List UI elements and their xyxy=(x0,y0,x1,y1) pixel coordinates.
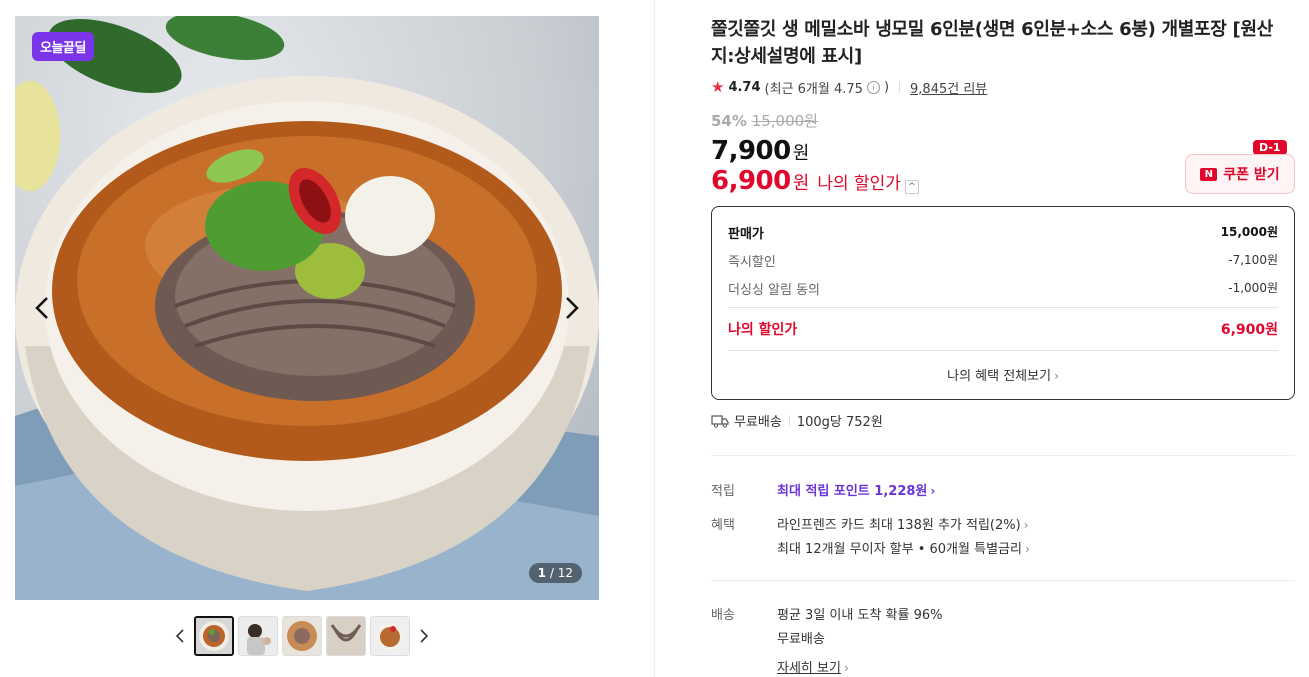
free-shipping-label: 무료배송 xyxy=(734,415,782,430)
coupon-deadline-badge: D-1 xyxy=(1253,140,1287,159)
shipping-summary: 무료배송 100g당 752원 xyxy=(711,411,883,430)
breakdown-row-list-price: 판매가 15,000원 xyxy=(728,225,1278,242)
breakdown-row-alert-consent: 더싱싱 알림 동의 -1,000원 xyxy=(728,281,1278,298)
product-title: 쫄깃쫄깃 생 메밀소바 냉모밀 6인분(생면 6인분+소스 6봉) 개별포장 [… xyxy=(711,19,1273,67)
divider xyxy=(728,307,1278,308)
breakdown-row-total: 나의 할인가 6,900원 xyxy=(728,322,1278,338)
naver-logo-icon: N xyxy=(1200,167,1218,181)
chevron-right-icon: › xyxy=(1054,369,1059,383)
chevron-right-icon: › xyxy=(930,484,936,498)
chevron-left-icon xyxy=(175,629,184,643)
gallery-next-button[interactable] xyxy=(557,294,585,322)
thumbnail[interactable] xyxy=(238,616,278,656)
thumbnail[interactable] xyxy=(370,616,410,656)
my-price-label: 나의 할인가 xyxy=(817,174,901,194)
breakdown-row-instant-discount: 즉시할인 -7,100원 xyxy=(728,253,1278,270)
column-divider xyxy=(654,0,655,677)
thumbnail-strip xyxy=(170,616,434,656)
gallery-prev-button[interactable] xyxy=(29,294,57,322)
chevron-left-icon xyxy=(35,297,48,319)
discount-row: 54% 15,000원 xyxy=(711,110,1295,130)
thumbnail[interactable] xyxy=(326,616,366,656)
thumbnail-prev-button[interactable] xyxy=(170,616,190,656)
delivery-arrival: 평균 3일 이내 도착 확률 96% xyxy=(777,608,943,623)
chevron-right-icon: › xyxy=(1024,542,1030,556)
chevron-right-icon: › xyxy=(1023,518,1029,532)
deal-badge: 오늘끝딜 xyxy=(32,32,94,61)
info-icon[interactable]: i xyxy=(866,80,880,94)
divider xyxy=(899,81,901,93)
rating-value: 4.74 xyxy=(728,79,761,95)
thumbnail[interactable] xyxy=(282,616,322,656)
divider xyxy=(788,415,790,426)
thumbnail-next-button[interactable] xyxy=(414,616,434,656)
product-photo xyxy=(15,16,599,600)
product-info: 쫄깃쫄깃 생 메밀소바 냉모밀 6인분(생면 6인분+소스 6봉) 개별포장 [… xyxy=(711,16,1295,196)
chevron-right-icon xyxy=(566,297,579,319)
points-link[interactable]: 최대 적립 포인트 1,228원 › xyxy=(777,480,935,499)
review-count-link[interactable]: 9,845건 리뷰 xyxy=(910,78,987,97)
discount-percent: 54% xyxy=(711,112,747,130)
chevron-right-icon: › xyxy=(843,661,849,675)
divider xyxy=(711,580,1295,581)
chevron-right-icon xyxy=(420,629,429,643)
delivery-fee: 무료배송 xyxy=(777,632,825,647)
thumbnail[interactable] xyxy=(194,616,234,656)
chevron-up-icon[interactable]: ^ xyxy=(904,180,919,194)
star-icon: ★ xyxy=(711,78,725,96)
benefit-card-link[interactable]: 라인프렌즈 카드 최대 138원 추가 적립(2%) › xyxy=(777,514,1029,533)
benefits-label: 혜택 xyxy=(711,518,735,533)
coupon-download-button[interactable]: N 쿠폰 받기 xyxy=(1185,154,1295,194)
divider xyxy=(728,350,1278,351)
original-price: 15,000원 xyxy=(751,112,818,130)
view-all-benefits-link[interactable]: 나의 혜택 전체보기 › xyxy=(712,365,1294,384)
rating-row: ★ 4.74 (최근 6개월 4.75 i) 9,845건 리뷰 xyxy=(711,78,988,97)
benefit-installment-link[interactable]: 최대 12개월 무이자 할부 • 60개월 특별금리 › xyxy=(777,538,1030,557)
unit-price: 100g당 752원 xyxy=(796,415,883,430)
truck-icon xyxy=(711,414,729,428)
points-label: 적립 xyxy=(711,484,735,499)
price-breakdown-box: 판매가 15,000원 즉시할인 -7,100원 더싱싱 알림 동의 -1,000원 … xyxy=(711,206,1295,400)
product-image-gallery[interactable]: 오늘끝딜 1 / 12 xyxy=(15,16,599,600)
coupon-label: 쿠폰 받기 xyxy=(1223,167,1280,183)
image-counter: 1 / 12 xyxy=(528,563,582,583)
delivery-more-link[interactable]: 자세히 보기 › xyxy=(777,657,849,676)
recent-rating: (최근 6개월 4.75 xyxy=(764,81,863,97)
divider xyxy=(711,455,1295,456)
delivery-label: 배송 xyxy=(711,608,735,623)
